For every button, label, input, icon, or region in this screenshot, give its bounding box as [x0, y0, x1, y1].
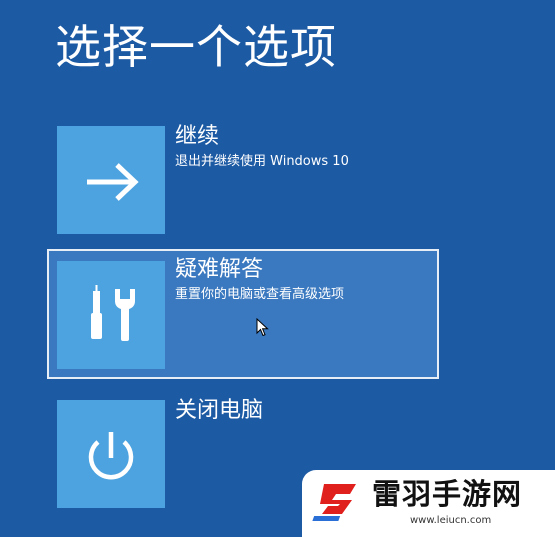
mouse-cursor-icon	[256, 318, 269, 337]
option-continue-tile	[57, 126, 165, 234]
option-troubleshoot-title: 疑难解答	[175, 257, 264, 282]
page-title: 选择一个选项	[55, 20, 337, 74]
option-troubleshoot-description: 重置你的电脑或查看高级选项	[175, 287, 345, 302]
recovery-screen: 选择一个选项 继续 退出并继续使用 Windows 10 疑难解答 重置你的电脑…	[0, 0, 555, 537]
leiyu-logo-icon	[312, 484, 356, 521]
tools-icon	[91, 285, 135, 341]
watermark-site-name: 雷羽手游网	[372, 477, 523, 511]
option-troubleshoot[interactable]: 疑难解答 重置你的电脑或查看高级选项	[47, 249, 439, 379]
watermark-url: www.leiucn.com	[410, 515, 492, 526]
option-continue-title: 继续	[175, 124, 220, 149]
site-watermark: 雷羽手游网 www.leiucn.com	[302, 470, 555, 537]
arrow-right-icon	[87, 163, 139, 201]
option-shutdown-title: 关闭电脑	[175, 398, 264, 423]
option-continue[interactable]: 继续 退出并继续使用 Windows 10	[47, 116, 439, 246]
option-troubleshoot-tile	[57, 261, 165, 369]
option-shutdown-tile	[57, 400, 165, 508]
power-icon	[88, 432, 134, 480]
option-continue-description: 退出并继续使用 Windows 10	[175, 154, 349, 169]
